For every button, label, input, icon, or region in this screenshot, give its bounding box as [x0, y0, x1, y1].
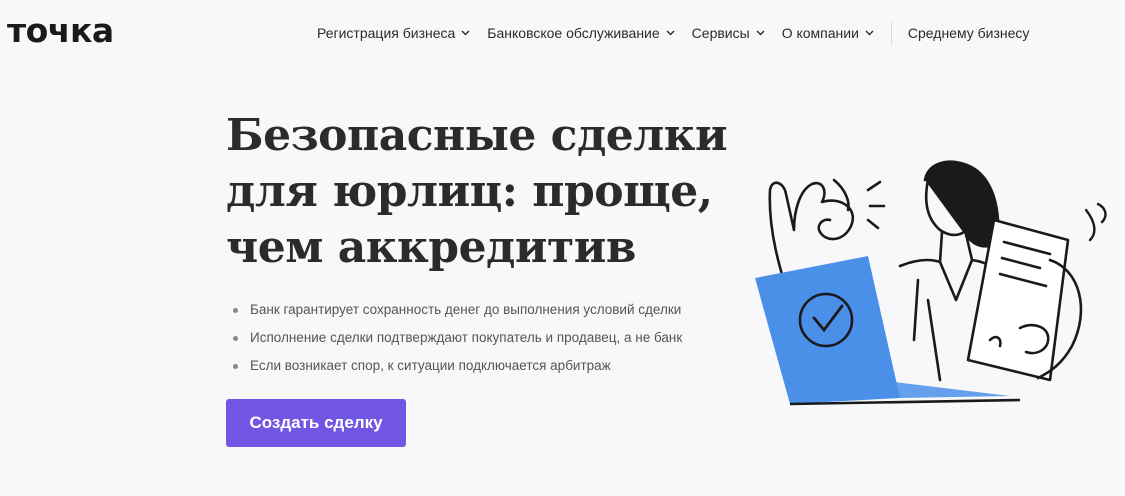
list-item-text: Если возникает спор, к ситуации подключа…	[250, 358, 611, 373]
nav-item-label: Сервисы	[691, 25, 750, 41]
title-line: чем аккредитив	[226, 222, 637, 273]
chevron-down-icon	[756, 30, 765, 36]
chevron-down-icon	[865, 30, 874, 36]
logo[interactable]: точка	[7, 9, 114, 53]
nav-item-banking[interactable]: Банковское обслуживание	[487, 25, 675, 41]
hero-illustration	[755, 160, 1107, 406]
list-item: Исполнение сделки подтверждают покупател…	[232, 324, 682, 352]
benefits-list: Банк гарантирует сохранность денег до вы…	[232, 296, 682, 380]
nav-item-label: Регистрация бизнеса	[317, 25, 456, 41]
list-item-text: Исполнение сделки подтверждают покупател…	[250, 330, 683, 345]
nav-divider	[890, 21, 892, 45]
page-title: Безопасные сделки для юрлиц: проще, чем …	[226, 108, 746, 276]
nav-item-medium-business[interactable]: Среднему бизнесу	[908, 25, 1030, 41]
list-item: Банк гарантирует сохранность денег до вы…	[232, 296, 682, 324]
list-item-text: Банк гарантирует сохранность денег до вы…	[250, 302, 682, 317]
bullet-dot-icon	[233, 336, 238, 341]
nav-item-label: О компании	[781, 25, 859, 41]
nav-item-business-registration[interactable]: Регистрация бизнеса	[317, 25, 470, 41]
create-deal-button[interactable]: Создать сделку	[226, 399, 406, 447]
nav-item-about[interactable]: О компании	[782, 25, 874, 41]
nav-item-label: Банковское обслуживание	[487, 25, 660, 41]
list-item: Если возникает спор, к ситуации подключа…	[232, 352, 682, 380]
main-nav: Регистрация бизнеса Банковское обслужива…	[317, 21, 1030, 45]
chevron-down-icon	[461, 30, 470, 36]
bullet-dot-icon	[233, 308, 238, 313]
nav-item-services[interactable]: Сервисы	[692, 25, 765, 41]
bullet-dot-icon	[233, 364, 238, 369]
chevron-down-icon	[666, 30, 675, 36]
title-line: для юрлиц: проще,	[226, 166, 713, 217]
title-line: Безопасные сделки	[226, 110, 728, 161]
